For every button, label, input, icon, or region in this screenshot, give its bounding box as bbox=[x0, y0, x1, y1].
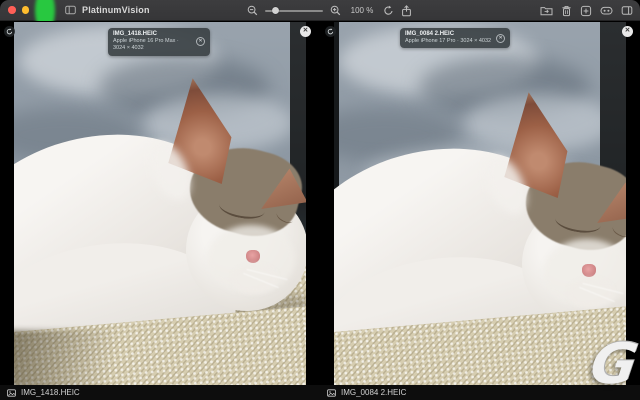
trash-icon[interactable] bbox=[561, 5, 572, 17]
add-icon[interactable] bbox=[580, 5, 592, 17]
zoom-slider-handle[interactable] bbox=[272, 7, 279, 14]
mat-shadow bbox=[14, 330, 149, 385]
close-image-button[interactable]: ✕ bbox=[300, 26, 311, 37]
photo-left[interactable] bbox=[14, 22, 306, 385]
app-title: PlatinumVision bbox=[82, 5, 150, 15]
sidebar-icon[interactable] bbox=[621, 5, 633, 16]
close-icon: ✕ bbox=[625, 28, 630, 35]
status-filename: IMG_0084 2.HEIC bbox=[341, 388, 406, 397]
toolbar-actions bbox=[540, 0, 633, 21]
image-metadata: Apple iPhone 16 Pro Max · 3024 × 4032 bbox=[113, 38, 191, 53]
zoom-level-value: 100 % bbox=[348, 6, 376, 15]
close-icon: ✕ bbox=[498, 36, 502, 41]
image-info-badge: IMG_0084 2.HEIC Apple iPhone 17 Pro · 30… bbox=[400, 28, 510, 48]
photo-icon bbox=[7, 389, 16, 397]
app-window: PlatinumVision 100 % bbox=[0, 0, 640, 400]
titlebar: PlatinumVision 100 % bbox=[0, 0, 640, 21]
close-image-button[interactable]: ✕ bbox=[622, 26, 633, 37]
minimize-window-button[interactable] bbox=[22, 6, 30, 14]
cat-nose bbox=[582, 264, 596, 277]
watermark-logo: G bbox=[588, 344, 640, 387]
rotate-icon[interactable] bbox=[383, 5, 394, 16]
image-info-text: IMG_1418.HEIC Apple iPhone 16 Pro Max · … bbox=[113, 31, 191, 53]
export-folder-icon[interactable] bbox=[540, 5, 553, 16]
window-proxy-icon bbox=[65, 5, 76, 15]
zoom-controls: 100 % bbox=[247, 0, 412, 21]
image-filename: IMG_0084 2.HEIC bbox=[405, 31, 491, 37]
pane-left: ✕ IMG_1418.HEIC Apple iPhone 16 Pro Max … bbox=[0, 21, 320, 400]
close-window-button[interactable] bbox=[8, 6, 16, 14]
statusbar-left: IMG_1418.HEIC bbox=[0, 385, 320, 400]
compare-view: ✕ IMG_1418.HEIC Apple iPhone 16 Pro Max … bbox=[0, 21, 640, 400]
zoom-out-icon[interactable] bbox=[247, 5, 258, 16]
zoom-in-icon[interactable] bbox=[330, 5, 341, 16]
badge-close-button[interactable]: ✕ bbox=[196, 37, 205, 46]
rotate-image-button[interactable] bbox=[325, 26, 336, 37]
status-filename: IMG_1418.HEIC bbox=[21, 388, 80, 397]
image-info-text: IMG_0084 2.HEIC Apple iPhone 17 Pro · 30… bbox=[405, 31, 491, 45]
close-icon: ✕ bbox=[198, 39, 202, 44]
close-icon: ✕ bbox=[303, 28, 308, 35]
pane-right: ✕ IMG_0084 2.HEIC Apple iPhone 17 Pro · … bbox=[320, 21, 640, 400]
photo-right[interactable] bbox=[334, 22, 626, 385]
share-icon[interactable] bbox=[401, 5, 412, 17]
image-info-badge: IMG_1418.HEIC Apple iPhone 16 Pro Max · … bbox=[108, 28, 210, 56]
cat-nose bbox=[246, 250, 260, 263]
zoom-slider[interactable] bbox=[265, 7, 323, 15]
photo-icon bbox=[327, 389, 336, 397]
badge-close-button[interactable]: ✕ bbox=[496, 34, 505, 43]
gallery-icon[interactable] bbox=[600, 5, 613, 16]
rotate-image-button[interactable] bbox=[4, 26, 15, 37]
image-metadata: Apple iPhone 17 Pro · 3024 × 4032 bbox=[405, 38, 491, 45]
image-filename: IMG_1418.HEIC bbox=[113, 31, 191, 37]
